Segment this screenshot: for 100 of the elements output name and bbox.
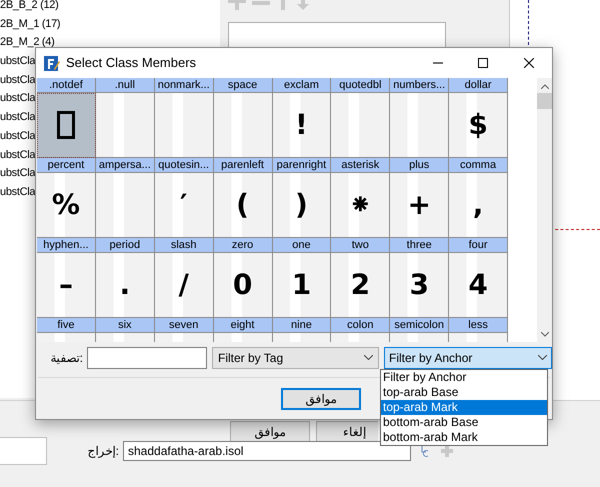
glyph-character: / (178, 271, 189, 299)
glyph-character: , (472, 191, 484, 219)
maximize-icon[interactable] (478, 58, 488, 68)
glyph-cell[interactable]: 0 (214, 253, 272, 318)
list-item[interactable]: ubstCla (0, 54, 36, 73)
tag-filter-dropdown[interactable]: Filter by Tag (212, 346, 379, 368)
panel-background (0, 437, 47, 465)
background-button[interactable]: إلغاء (316, 421, 378, 442)
list-item[interactable]: ubstCla (0, 72, 36, 92)
glyph-cell[interactable]: ! (272, 93, 332, 158)
scroll-down-icon[interactable] (540, 332, 548, 337)
scrollbar[interactable] (537, 78, 552, 342)
list-item[interactable]: ubstCla (0, 166, 36, 185)
glyph-cell[interactable]: % (37, 173, 96, 238)
glyph-cell[interactable]: ⁕ (331, 173, 390, 238)
glyph-cell[interactable]: ( (214, 173, 272, 238)
glyph-cell[interactable]: 3 (390, 253, 450, 318)
glyph-character: $ (468, 111, 488, 139)
glyph-character: – (58, 271, 73, 299)
glyph-name-header: seven (154, 318, 214, 333)
glyph-cell[interactable]: ′ (154, 173, 214, 238)
glyph-name-header: nonmark... (154, 78, 214, 93)
glyph-character: 0 (232, 271, 252, 299)
glyph-name-header: space (214, 78, 272, 93)
anchor-filter-dropdown[interactable]: Filter by Anchor (384, 346, 552, 368)
glyph-name-header: zero (214, 238, 272, 253)
glyph-name-header: slash (154, 238, 214, 253)
glyph-cell[interactable]: . (96, 253, 155, 318)
filter-label: تصفية: (50, 350, 83, 366)
glyph-character: 4 (468, 271, 488, 299)
glyph-cell[interactable] (96, 173, 155, 238)
glyph-name-header: .null (96, 78, 155, 93)
output-field[interactable]: shaddafatha-arab.isol (123, 441, 411, 461)
glyph-cell[interactable]: – (37, 253, 96, 318)
glyph-character: 3 (409, 271, 429, 299)
scroll-up-icon[interactable] (540, 84, 548, 89)
glyph-name-header: four (449, 238, 508, 253)
glyph-name-header: colon (331, 318, 390, 333)
plus-icon[interactable] (441, 445, 453, 457)
list-item[interactable]: 2B_M_1 (17) (0, 16, 60, 36)
glyph-name-header: two (331, 238, 390, 253)
output-label: إخراج: (86, 443, 120, 460)
glyph-cell[interactable] (154, 93, 214, 158)
chevron-down-icon (538, 355, 547, 360)
glyph-name-header: quotedbl (331, 78, 390, 93)
list-item[interactable]: ubstCla (0, 91, 36, 110)
glyph-cell[interactable] (37, 93, 96, 158)
glyph-name-header: numbers... (390, 78, 450, 93)
glyph-cell[interactable] (331, 93, 390, 158)
filter-input[interactable] (87, 346, 207, 368)
list-item[interactable]: 2B_B_2 (12) (0, 0, 58, 17)
glyph-cell[interactable]: / (154, 253, 214, 318)
list-item[interactable]: ubstCla (0, 184, 36, 204)
glyph-character: 2 (350, 271, 370, 299)
app-icon (44, 55, 60, 71)
glyph-character: ) (295, 191, 308, 219)
glyph-name-header: parenright (272, 158, 332, 173)
dropdown-option[interactable]: top-arab Mark (381, 400, 547, 415)
glyph-name-header: six (96, 318, 155, 333)
glyph-name-header: comma (449, 158, 508, 173)
glyph-character: . (119, 271, 130, 299)
glyph-name-header: parenleft (214, 158, 272, 173)
glyph-name-header: three (390, 238, 450, 253)
list-item[interactable]: ubstCla (0, 110, 36, 129)
glyph-character: ⁕ (348, 191, 372, 219)
glyph-name-header: one (272, 238, 332, 253)
glyph-name-header: nine (272, 318, 332, 333)
glyph-cell[interactable] (390, 93, 450, 158)
glyph-cell[interactable]: + (390, 173, 450, 238)
glyph-cell[interactable]: 4 (449, 253, 508, 318)
close-icon[interactable] (524, 58, 534, 68)
glyph-name-header: plus (390, 158, 450, 173)
dialog-title: Select Class Members (66, 54, 196, 72)
glyph-character: ! (295, 111, 308, 139)
ok-button[interactable]: موافق (281, 388, 361, 410)
glyph-name-header: hyphen... (37, 238, 96, 253)
glyph-name-header: exclam (272, 78, 332, 93)
glyph-name-header: dollar (449, 78, 508, 93)
glyph-cell[interactable]: ) (272, 173, 332, 238)
guide-line (528, 0, 529, 45)
glyph-cell[interactable] (214, 93, 272, 158)
glyph-cell[interactable]: 1 (272, 253, 332, 318)
glyph-name-header: five (37, 318, 96, 333)
notdef-box-icon (56, 111, 75, 139)
glyph-cell[interactable]: , (449, 173, 508, 238)
dropdown-value: Filter by Anchor (389, 350, 472, 366)
glyph-character: + (407, 191, 431, 219)
glyph-cell[interactable]: 2 (331, 253, 390, 318)
list-item[interactable]: ubstCla (0, 128, 36, 148)
dropdown-value: Filter by Tag (218, 350, 284, 366)
glyph-character: ′ (180, 191, 188, 219)
list-item[interactable]: ubstCla (0, 148, 36, 166)
background-button[interactable]: موافق (230, 421, 310, 442)
glyph-name-header: quotesin... (154, 158, 214, 173)
glyph-cell[interactable] (96, 93, 155, 158)
list-item[interactable]: 2B_M_2 (4) (0, 35, 54, 54)
glyph-cell[interactable]: $ (449, 93, 508, 158)
glyph-name-header: .notdef (37, 78, 96, 93)
glyph-character: 1 (292, 271, 312, 299)
scroll-thumb[interactable] (537, 93, 552, 109)
